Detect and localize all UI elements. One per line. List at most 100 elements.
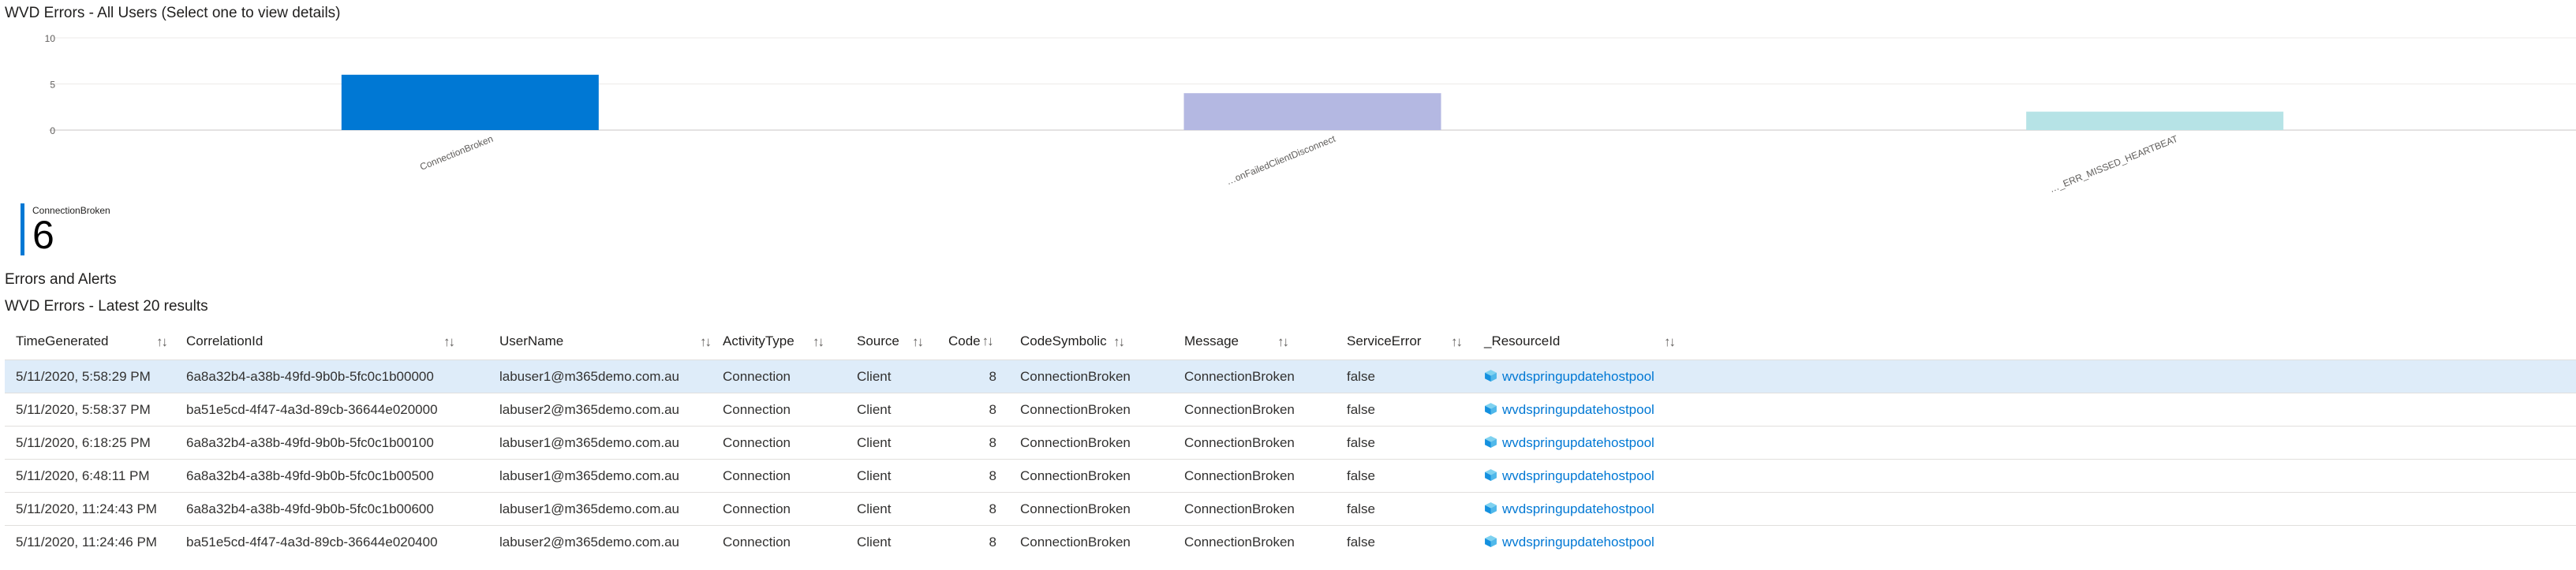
sort-arrows-icon[interactable]: ↑↓ bbox=[443, 334, 455, 350]
table-row[interactable]: 5/11/2020, 5:58:29 PM 6a8a32b4-a38b-49fd-… bbox=[5, 360, 2576, 393]
cube-icon bbox=[1485, 468, 1497, 481]
resource-cell[interactable]: wvdspringupdatehostpool bbox=[1473, 459, 1683, 493]
sort-arrows-icon[interactable]: ↑↓ bbox=[1277, 334, 1289, 350]
resource-cell[interactable]: wvdspringupdatehostpool bbox=[1473, 360, 1683, 393]
table-cell-codesymbolic: ConnectionBroken bbox=[1009, 426, 1173, 460]
resource-cell[interactable]: wvdspringupdatehostpool bbox=[1473, 525, 1683, 558]
column-header[interactable]: ServiceError ↑↓ bbox=[1336, 323, 1473, 360]
column-header[interactable]: Message ↑↓ bbox=[1173, 323, 1336, 360]
column-header[interactable]: Source ↑↓ bbox=[846, 323, 937, 360]
table-cell-serviceerror: false bbox=[1336, 492, 1473, 526]
table-cell-username: labuser1@m365demo.com.au bbox=[488, 360, 712, 393]
column-header-label: _ResourceId bbox=[1484, 333, 1561, 348]
chart-bars[interactable] bbox=[341, 74, 2284, 130]
column-header-label: UserName bbox=[499, 333, 564, 348]
column-header-label: Code bbox=[948, 333, 981, 348]
chart-y-ticks: 0 5 10 bbox=[45, 33, 56, 136]
table-cell-correlationid: ba51e5cd-4f47-4a3d-89cb-36644e020000 bbox=[175, 393, 488, 427]
table-cell-serviceerror: false bbox=[1336, 360, 1473, 393]
column-header[interactable]: UserName ↑↓ bbox=[488, 323, 712, 360]
resource-link[interactable]: wvdspringupdatehostpool bbox=[1502, 435, 1654, 450]
chart-bar[interactable] bbox=[1183, 93, 1441, 130]
sort-arrows-icon[interactable]: ↑↓ bbox=[982, 333, 994, 349]
resource-cell[interactable]: wvdspringupdatehostpool bbox=[1473, 492, 1683, 526]
table-cell-correlationid: ba51e5cd-4f47-4a3d-89cb-36644e020400 bbox=[175, 525, 488, 558]
table-cell-codesymbolic: ConnectionBroken bbox=[1009, 492, 1173, 526]
column-header[interactable]: CorrelationId ↑↓ bbox=[175, 323, 488, 360]
row-filler bbox=[1683, 360, 2576, 393]
sort-arrows-icon[interactable]: ↑↓ bbox=[1451, 334, 1463, 350]
table-cell-username: labuser1@m365demo.com.au bbox=[488, 426, 712, 460]
table-cell-username: labuser2@m365demo.com.au bbox=[488, 525, 712, 558]
y-tick-label: 0 bbox=[50, 125, 55, 136]
table-cell-codesymbolic: ConnectionBroken bbox=[1009, 525, 1173, 558]
table-cell-code: 8 bbox=[937, 360, 1009, 393]
x-tick-label: ConnectionBroken bbox=[418, 133, 495, 173]
x-tick-label: …onFailedClientDisconnect bbox=[1224, 133, 1337, 188]
cube-icon bbox=[1485, 501, 1497, 514]
table-cell-activitytype: Connection bbox=[712, 525, 846, 558]
table-cell-correlationid: 6a8a32b4-a38b-49fd-9b0b-5fc0c1b00500 bbox=[175, 459, 488, 493]
bar-chart[interactable]: 0 5 10 ConnectionBroken …onFailedClientDisc… bbox=[0, 30, 2576, 196]
column-header-label: CodeSymbolic bbox=[1020, 333, 1107, 348]
table-cell-source: Client bbox=[846, 393, 937, 427]
column-header-label: TimeGenerated bbox=[16, 333, 109, 348]
table-cell-source: Client bbox=[846, 459, 937, 493]
cube-icon bbox=[1485, 435, 1497, 448]
resource-link[interactable]: wvdspringupdatehostpool bbox=[1502, 501, 1654, 516]
sort-arrows-icon[interactable]: ↑↓ bbox=[1113, 334, 1125, 350]
table-title: WVD Errors - Latest 20 results bbox=[5, 298, 208, 315]
y-tick-label: 5 bbox=[50, 80, 55, 91]
table-cell-username: labuser2@m365demo.com.au bbox=[488, 393, 712, 427]
table-row[interactable]: 5/11/2020, 11:24:46 PM ba51e5cd-4f47-4a3d… bbox=[5, 525, 2576, 558]
table-row[interactable]: 5/11/2020, 5:58:37 PM ba51e5cd-4f47-4a3d-… bbox=[5, 393, 2576, 427]
table-body: 5/11/2020, 5:58:29 PM 6a8a32b4-a38b-49fd-… bbox=[5, 360, 2576, 558]
table-cell-source: Client bbox=[846, 492, 937, 526]
table-cell-code: 8 bbox=[937, 492, 1009, 526]
sort-arrows-icon[interactable]: ↑↓ bbox=[1664, 334, 1676, 350]
chart-bar[interactable] bbox=[341, 74, 599, 130]
resource-cell[interactable]: wvdspringupdatehostpool bbox=[1473, 426, 1683, 460]
table-row[interactable]: 5/11/2020, 11:24:43 PM 6a8a32b4-a38b-49fd… bbox=[5, 492, 2576, 526]
table-cell-code: 8 bbox=[937, 525, 1009, 558]
column-header[interactable]: _ResourceId ↑↓ bbox=[1473, 323, 1683, 360]
errors-table: TimeGenerated ↑↓ CorrelationId ↑↓ UserName ↑↓… bbox=[5, 323, 2576, 558]
summary-tile[interactable]: ConnectionBroken 6 bbox=[21, 203, 110, 255]
table-cell-message: ConnectionBroken bbox=[1173, 492, 1336, 526]
table-row[interactable]: 5/11/2020, 6:18:25 PM 6a8a32b4-a38b-49fd-… bbox=[5, 426, 2576, 460]
table-cell-timegenerated: 5/11/2020, 6:48:11 PM bbox=[5, 459, 175, 493]
table-cell-source: Client bbox=[846, 426, 937, 460]
row-filler bbox=[1683, 492, 2576, 526]
cube-icon bbox=[1485, 535, 1497, 547]
table-cell-correlationid: 6a8a32b4-a38b-49fd-9b0b-5fc0c1b00600 bbox=[175, 492, 488, 526]
sort-arrows-icon[interactable]: ↑↓ bbox=[700, 334, 712, 350]
table-cell-username: labuser1@m365demo.com.au bbox=[488, 459, 712, 493]
table-cell-timegenerated: 5/11/2020, 5:58:37 PM bbox=[5, 393, 175, 427]
resource-link[interactable]: wvdspringupdatehostpool bbox=[1502, 402, 1654, 417]
table-cell-activitytype: Connection bbox=[712, 426, 846, 460]
chart-x-labels: ConnectionBroken …onFailedClientDisconnec… bbox=[418, 133, 2180, 196]
column-header[interactable]: ActivityType ↑↓ bbox=[712, 323, 846, 360]
sort-arrows-icon[interactable]: ↑↓ bbox=[156, 334, 168, 350]
table-cell-activitytype: Connection bbox=[712, 459, 846, 493]
table-row[interactable]: 5/11/2020, 6:48:11 PM 6a8a32b4-a38b-49fd-… bbox=[5, 459, 2576, 493]
table-cell-serviceerror: false bbox=[1336, 525, 1473, 558]
row-filler bbox=[1683, 525, 2576, 558]
sort-arrows-icon[interactable]: ↑↓ bbox=[813, 334, 824, 350]
column-header[interactable]: Code ↑↓ bbox=[937, 323, 1009, 360]
column-header[interactable]: CodeSymbolic ↑↓ bbox=[1009, 323, 1173, 360]
table-cell-timegenerated: 5/11/2020, 6:18:25 PM bbox=[5, 426, 175, 460]
table-cell-message: ConnectionBroken bbox=[1173, 393, 1336, 427]
table-cell-source: Client bbox=[846, 360, 937, 393]
resource-link[interactable]: wvdspringupdatehostpool bbox=[1502, 468, 1654, 483]
table-cell-correlationid: 6a8a32b4-a38b-49fd-9b0b-5fc0c1b00100 bbox=[175, 426, 488, 460]
sort-arrows-icon[interactable]: ↑↓ bbox=[912, 334, 924, 350]
resource-cell[interactable]: wvdspringupdatehostpool bbox=[1473, 393, 1683, 427]
column-header[interactable]: TimeGenerated ↑↓ bbox=[5, 323, 175, 360]
table-cell-serviceerror: false bbox=[1336, 426, 1473, 460]
resource-link[interactable]: wvdspringupdatehostpool bbox=[1502, 369, 1654, 384]
resource-link[interactable]: wvdspringupdatehostpool bbox=[1502, 535, 1654, 550]
row-filler bbox=[1683, 426, 2576, 460]
chart-title: WVD Errors - All Users (Select one to vi… bbox=[5, 5, 341, 21]
chart-bar[interactable] bbox=[2026, 111, 2284, 130]
